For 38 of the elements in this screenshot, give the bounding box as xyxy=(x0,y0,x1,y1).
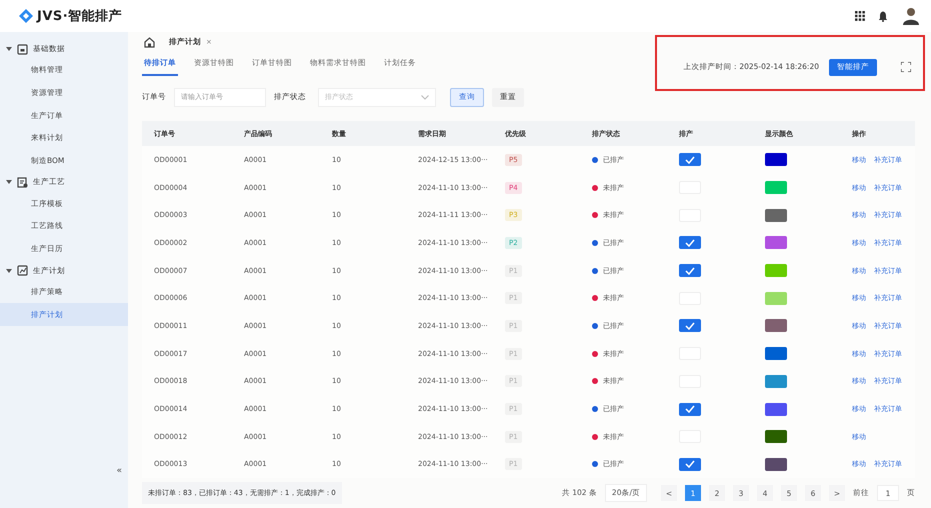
color-swatch[interactable] xyxy=(765,236,787,250)
color-swatch[interactable] xyxy=(765,292,787,305)
color-swatch[interactable] xyxy=(765,153,787,166)
color-swatch[interactable] xyxy=(765,458,787,471)
check-icon xyxy=(685,238,695,247)
collapse-button[interactable]: « xyxy=(112,464,126,478)
color-swatch[interactable] xyxy=(765,402,787,416)
color-swatch[interactable] xyxy=(765,374,787,388)
caret-icon[interactable] xyxy=(6,268,12,274)
logo-icon xyxy=(18,8,34,24)
color-swatch[interactable] xyxy=(765,347,787,360)
color-swatch[interactable] xyxy=(765,430,787,444)
caret-icon[interactable] xyxy=(6,179,12,186)
color-swatch[interactable] xyxy=(765,208,787,222)
color-swatch[interactable] xyxy=(765,181,787,194)
schedule-checkbox[interactable] xyxy=(679,236,701,250)
box-icon[interactable] xyxy=(17,44,28,54)
schedule-checkbox[interactable] xyxy=(679,402,701,416)
schedule-checkbox[interactable] xyxy=(679,153,701,166)
app-logo-text: JVS·智能排产 xyxy=(37,8,122,25)
check-icon xyxy=(685,460,695,468)
check-icon xyxy=(685,405,695,414)
color-swatch[interactable] xyxy=(765,319,787,332)
chart-icon[interactable] xyxy=(17,265,28,276)
apps-grid-icon[interactable] xyxy=(855,11,865,21)
schedule-checkbox[interactable] xyxy=(679,264,701,278)
check-icon xyxy=(685,156,695,164)
caret-icon[interactable] xyxy=(6,46,12,52)
schedule-checkbox[interactable] xyxy=(679,319,701,332)
document-icon[interactable] xyxy=(17,176,28,188)
bell-icon[interactable] xyxy=(878,10,888,22)
check-icon xyxy=(685,322,695,330)
avatar-icon[interactable] xyxy=(901,6,921,26)
schedule-checkbox[interactable] xyxy=(679,458,701,471)
home-icon[interactable] xyxy=(144,36,155,48)
fullscreen-icon[interactable] xyxy=(901,62,911,72)
check-icon xyxy=(685,266,695,275)
color-swatch[interactable] xyxy=(765,264,787,278)
